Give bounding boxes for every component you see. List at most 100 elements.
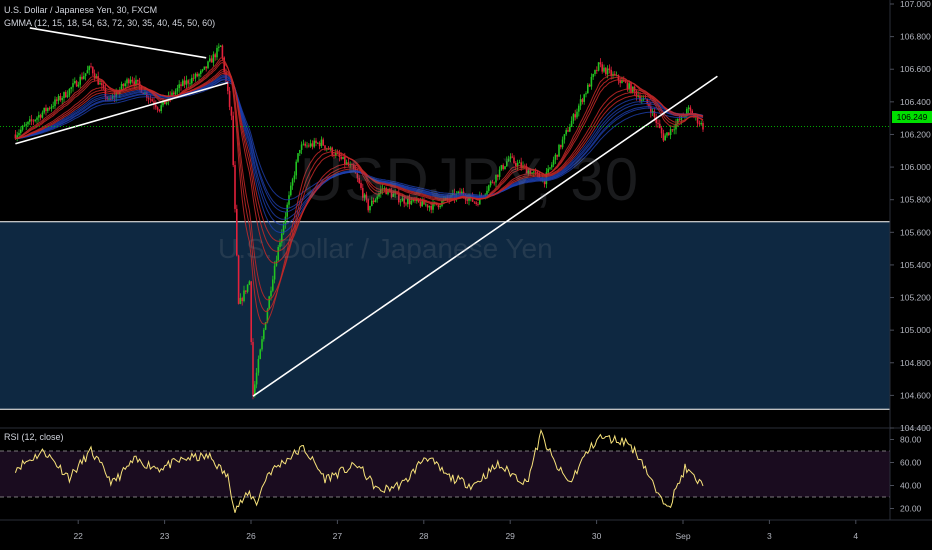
candle[interactable] <box>137 79 139 82</box>
candle[interactable] <box>570 120 573 128</box>
candle[interactable] <box>588 84 591 87</box>
candle[interactable] <box>581 99 584 102</box>
candle[interactable] <box>36 117 38 120</box>
candle[interactable] <box>83 76 85 80</box>
candle[interactable] <box>108 98 110 100</box>
candle[interactable] <box>180 84 182 87</box>
candle[interactable] <box>21 126 24 130</box>
candle[interactable] <box>205 66 207 69</box>
candle[interactable] <box>689 107 692 111</box>
candle[interactable] <box>578 105 580 112</box>
candle[interactable] <box>239 297 242 304</box>
candle[interactable] <box>261 339 263 350</box>
candle[interactable] <box>606 68 609 75</box>
candle[interactable] <box>189 83 191 85</box>
candle[interactable] <box>291 179 294 186</box>
candle[interactable] <box>86 70 89 74</box>
candle[interactable] <box>210 58 213 63</box>
candle[interactable] <box>270 290 272 297</box>
candle[interactable] <box>81 76 83 80</box>
candle[interactable] <box>263 329 265 340</box>
candle[interactable] <box>48 108 51 109</box>
candle[interactable] <box>660 127 663 134</box>
candle[interactable] <box>574 114 576 118</box>
candle[interactable] <box>155 104 157 108</box>
candle[interactable] <box>666 132 668 136</box>
candle[interactable] <box>84 73 87 77</box>
candle[interactable] <box>664 135 666 141</box>
legend-gmma[interactable]: GMMA (12, 15, 18, 54, 63, 72, 30, 35, 40… <box>4 18 215 28</box>
candle[interactable] <box>579 99 582 106</box>
candle[interactable] <box>268 296 270 310</box>
candle[interactable] <box>585 93 587 95</box>
candle[interactable] <box>221 45 224 58</box>
candle[interactable] <box>56 99 58 101</box>
candle[interactable] <box>45 107 47 111</box>
candle[interactable] <box>295 161 297 176</box>
candle[interactable] <box>569 127 571 132</box>
candle[interactable] <box>92 67 94 74</box>
candle[interactable] <box>200 70 202 74</box>
candle[interactable] <box>257 359 260 373</box>
candle[interactable] <box>290 185 292 196</box>
candle[interactable] <box>74 81 76 84</box>
candle[interactable] <box>201 69 204 71</box>
candle[interactable] <box>192 77 195 79</box>
candle[interactable] <box>47 108 49 111</box>
candle[interactable] <box>248 281 251 285</box>
candle[interactable] <box>214 54 216 58</box>
candle[interactable] <box>158 109 161 112</box>
candle[interactable] <box>120 83 123 90</box>
candle[interactable] <box>99 83 101 85</box>
candle[interactable] <box>255 372 258 385</box>
candle[interactable] <box>160 105 162 112</box>
candle[interactable] <box>90 66 92 68</box>
candle[interactable] <box>41 112 44 118</box>
candle[interactable] <box>599 62 602 65</box>
candle[interactable] <box>149 98 152 100</box>
candle[interactable] <box>659 123 661 128</box>
candle[interactable] <box>59 95 62 101</box>
candle[interactable] <box>657 122 659 124</box>
candle[interactable] <box>182 80 184 87</box>
candle[interactable] <box>72 83 74 88</box>
candle[interactable] <box>207 61 209 69</box>
candle[interactable] <box>234 165 236 209</box>
candle[interactable] <box>245 290 247 292</box>
candle[interactable] <box>259 349 261 360</box>
candle[interactable] <box>185 80 188 85</box>
candle[interactable] <box>66 95 69 98</box>
candle[interactable] <box>286 204 288 217</box>
candle[interactable] <box>273 265 276 280</box>
candle[interactable] <box>173 92 175 95</box>
candle[interactable] <box>594 70 596 75</box>
candle[interactable] <box>293 175 296 180</box>
candle[interactable] <box>176 87 179 92</box>
candle[interactable] <box>576 111 578 118</box>
candle[interactable] <box>583 94 585 102</box>
candle[interactable] <box>126 79 128 84</box>
candle[interactable] <box>250 281 252 343</box>
candle[interactable] <box>128 79 130 84</box>
candle[interactable] <box>641 99 643 101</box>
candle[interactable] <box>678 119 681 120</box>
candle[interactable] <box>626 82 629 90</box>
candle[interactable] <box>592 74 594 77</box>
candle[interactable] <box>216 47 218 58</box>
candle[interactable] <box>219 45 222 47</box>
candle[interactable] <box>110 98 112 100</box>
candle[interactable] <box>57 95 60 101</box>
candle[interactable] <box>218 46 220 48</box>
candle[interactable] <box>209 58 211 62</box>
candle[interactable] <box>75 81 78 87</box>
candle[interactable] <box>603 67 605 72</box>
candle[interactable] <box>18 132 20 136</box>
candle[interactable] <box>20 129 22 133</box>
candle[interactable] <box>315 140 317 144</box>
candle[interactable] <box>191 77 193 84</box>
candle[interactable] <box>38 115 40 118</box>
candle[interactable] <box>156 107 159 110</box>
candle[interactable] <box>151 99 153 102</box>
candle[interactable] <box>101 83 103 86</box>
candle[interactable] <box>122 83 125 86</box>
